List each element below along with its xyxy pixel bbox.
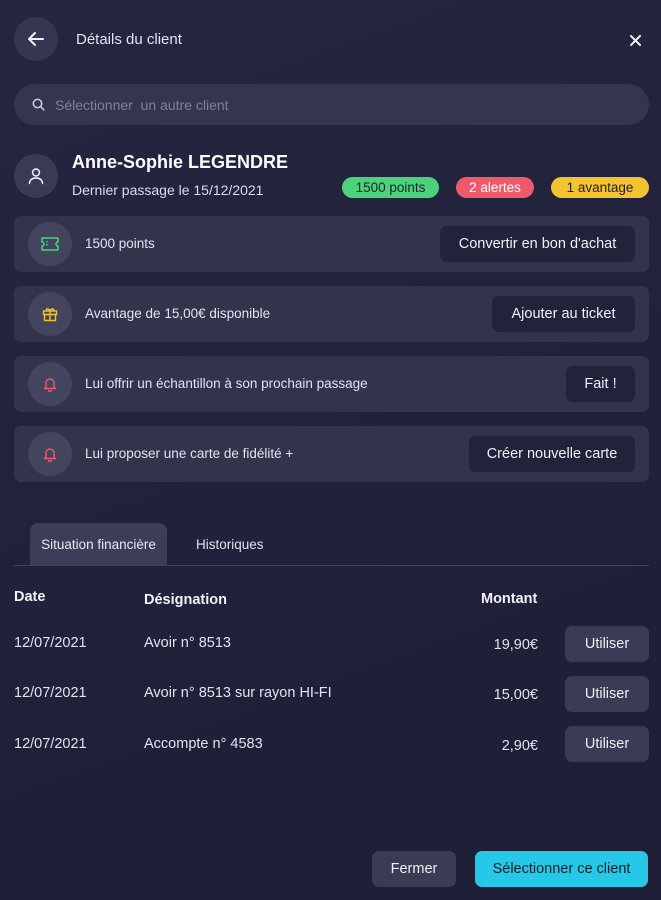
search-bar[interactable] — [14, 84, 649, 125]
ticket-icon-wrap — [28, 222, 72, 266]
create-card-button[interactable]: Créer nouvelle carte — [469, 436, 635, 472]
use-button[interactable]: Utiliser — [565, 626, 649, 662]
tab-financial-situation[interactable]: Situation financière — [30, 523, 167, 566]
table-cell-amount: 19,90€ — [493, 637, 538, 653]
action-text: Lui proposer une carte de fidélité + — [85, 446, 294, 461]
column-header-amount: Montant — [481, 591, 538, 607]
close-button[interactable] — [622, 27, 648, 53]
advantage-badge: 1 avantage — [551, 177, 649, 198]
arrow-left-icon — [28, 32, 44, 46]
user-icon — [28, 168, 44, 185]
table-cell-date: 12/07/2021 — [14, 635, 87, 651]
action-card-sample: Lui offrir un échantillon à son prochain… — [14, 356, 649, 412]
column-header-designation: Désignation — [144, 592, 227, 608]
table-cell-date: 12/07/2021 — [14, 685, 87, 701]
page-title: Détails du client — [76, 31, 182, 48]
action-card-advantage: Avantage de 15,00€ disponible Ajouter au… — [14, 286, 649, 342]
bell-icon — [43, 448, 57, 462]
avatar — [14, 154, 58, 198]
done-button[interactable]: Fait ! — [566, 366, 635, 402]
action-text: Avantage de 15,00€ disponible — [85, 306, 271, 321]
action-card-points: 1500 points Convertir en bon d'achat — [14, 216, 649, 272]
search-icon — [32, 98, 45, 111]
table-cell-date: 12/07/2021 — [14, 736, 87, 752]
action-text: 1500 points — [85, 236, 155, 251]
table-cell-amount: 2,90€ — [501, 738, 538, 754]
search-input[interactable] — [55, 96, 615, 113]
back-button[interactable] — [14, 17, 58, 61]
close-icon — [629, 34, 641, 46]
alerts-badge: 2 alertes — [456, 177, 534, 198]
table-cell-designation: Avoir n° 8513 sur rayon HI-FI — [144, 685, 332, 701]
ticket-icon — [41, 237, 59, 251]
table-cell-amount: 15,00€ — [493, 687, 538, 703]
client-last-visit: Dernier passage le 15/12/2021 — [72, 182, 264, 198]
table-cell-designation: Accompte n° 4583 — [144, 736, 263, 752]
use-button[interactable]: Utiliser — [565, 726, 649, 762]
add-to-ticket-button[interactable]: Ajouter au ticket — [492, 296, 635, 332]
column-header-date: Date — [14, 589, 46, 605]
table-cell-designation: Avoir n° 8513 — [144, 635, 231, 651]
use-button[interactable]: Utiliser — [565, 676, 649, 712]
action-card-loyalty: Lui proposer une carte de fidélité + Cré… — [14, 426, 649, 482]
close-dialog-button[interactable]: Fermer — [372, 851, 456, 887]
client-name: Anne-Sophie LEGENDRE — [72, 152, 289, 172]
gift-icon — [42, 308, 58, 322]
bell-icon-wrap — [28, 362, 72, 406]
action-text: Lui offrir un échantillon à son prochain… — [85, 376, 368, 391]
select-client-button[interactable]: Sélectionner ce client — [475, 851, 648, 887]
points-badge: 1500 points — [342, 177, 439, 198]
tab-history[interactable]: Historiques — [196, 537, 264, 552]
gift-icon-wrap — [28, 292, 72, 336]
bell-icon-wrap — [28, 432, 72, 476]
bell-icon — [43, 378, 57, 392]
tabs-divider — [14, 565, 649, 566]
convert-voucher-button[interactable]: Convertir en bon d'achat — [440, 226, 635, 262]
